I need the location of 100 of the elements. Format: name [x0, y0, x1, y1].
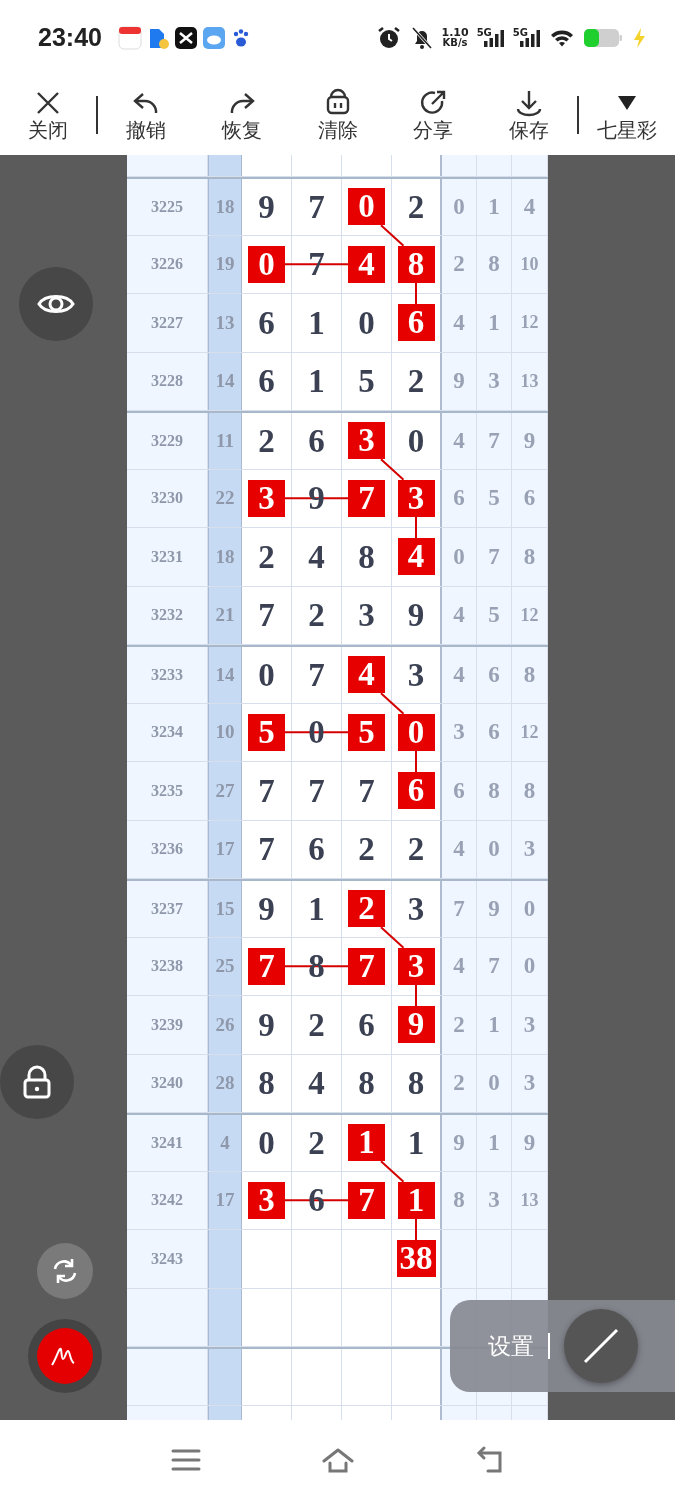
digit: 7 [258, 831, 275, 868]
stat-value: 8 [512, 762, 548, 820]
digit: 1 [308, 363, 325, 400]
highlighted-digit: 4 [397, 538, 435, 576]
network-type-label: 5G [512, 27, 528, 38]
sum-value: 14 [208, 647, 242, 703]
digit: 2 [258, 422, 275, 459]
stat-value: 4 [442, 820, 477, 878]
stat-value: 8 [477, 235, 512, 293]
muted-bell-icon [409, 24, 434, 51]
stat-value: 0 [512, 881, 548, 937]
stat-value: 12 [512, 703, 548, 761]
stat-value: 8 [477, 762, 512, 820]
digit: 7 [258, 597, 275, 634]
digit: 3 [358, 597, 375, 634]
sum-value: 4 [208, 1115, 242, 1171]
sum-value: 10 [208, 703, 242, 761]
stat-value: 6 [477, 703, 512, 761]
digit: 6 [308, 831, 325, 868]
stat-value: 4 [442, 937, 477, 995]
redo-button[interactable]: 恢复 [193, 88, 290, 142]
charging-icon [631, 26, 647, 49]
network-speed: 1.10 KB/s [441, 27, 469, 48]
lottery-type-dropdown[interactable]: 七星彩 [579, 88, 675, 142]
sum-value: 27 [208, 762, 242, 820]
sum-value: 21 [208, 586, 242, 644]
clear-button[interactable]: 清除 [289, 88, 386, 142]
stat-value: 4 [442, 413, 477, 469]
stat-value: 1 [477, 294, 512, 352]
stat-value: 3 [477, 352, 512, 410]
highlighted-digit: 3 [248, 479, 285, 517]
digit: 6 [258, 304, 275, 341]
stat-value: 1 [477, 179, 512, 235]
issue-number: 3234 [127, 703, 208, 761]
highlighted-digit: 0 [348, 188, 385, 226]
stat-value: 6 [442, 762, 477, 820]
issue-number: 3230 [127, 469, 208, 527]
stat-value: 3 [512, 820, 548, 878]
highlighted-digit: 1 [397, 1181, 435, 1219]
highlighted-digit: 4 [348, 656, 385, 694]
digit: 2 [308, 597, 325, 634]
issue-number: 3232 [127, 586, 208, 644]
stat-value: 12 [512, 294, 548, 352]
rotate-button[interactable] [37, 1243, 93, 1299]
sum-value: 17 [208, 1171, 242, 1229]
digit: 9 [258, 188, 275, 225]
stat-value: 1 [477, 1115, 512, 1171]
issue-number: 3242 [127, 1171, 208, 1229]
stat-value: 1 [477, 996, 512, 1054]
stat-value: 10 [512, 235, 548, 293]
line-tool-button[interactable] [564, 1309, 638, 1383]
highlighted-digit: 1 [348, 1124, 385, 1162]
sum-value: 26 [208, 996, 242, 1054]
stat-value: 4 [442, 294, 477, 352]
sum-value: 13 [208, 294, 242, 352]
app-icon[interactable] [173, 25, 198, 50]
highlighted-digit: 6 [397, 304, 435, 342]
stat-value: 7 [442, 881, 477, 937]
digit: 1 [407, 1124, 425, 1161]
sum-value: 19 [208, 235, 242, 293]
save-button[interactable]: 保存 [481, 88, 578, 142]
issue-number: 3239 [127, 996, 208, 1054]
digit: 8 [407, 1065, 425, 1102]
highlighted-digit: 3 [248, 1181, 285, 1219]
share-button[interactable]: 分享 [385, 88, 482, 142]
digit: 9 [258, 1006, 275, 1043]
highlighted-digit: 3 [348, 422, 385, 460]
connector-line [415, 749, 417, 774]
calendar-app-icon[interactable] [117, 25, 142, 50]
sum-value: 11 [208, 413, 242, 469]
stat-value: 8 [512, 528, 548, 586]
connector-line [415, 515, 417, 540]
stat-value: 0 [512, 937, 548, 995]
stat-value: 9 [512, 1115, 548, 1171]
battery-icon [583, 26, 623, 49]
connector-line [415, 983, 417, 1008]
digit: 1 [308, 890, 325, 927]
issue-number: 3236 [127, 820, 208, 878]
stat-value: 7 [477, 937, 512, 995]
close-button[interactable]: 关闭 [0, 88, 96, 142]
digit: 0 [358, 304, 375, 341]
issue-number: 3240 [127, 1054, 208, 1112]
connector-line [380, 224, 405, 247]
network-type-label: 5G [476, 27, 492, 38]
highlighted-digit: 5 [348, 713, 385, 751]
stat-value: 3 [512, 1054, 548, 1112]
digit: 2 [407, 831, 425, 868]
line-icon [581, 1326, 621, 1366]
undo-button[interactable]: 撤销 [97, 88, 194, 142]
stat-value: 9 [477, 881, 512, 937]
highlighted-digit: 8 [397, 245, 435, 283]
clock: 23:40 [38, 21, 102, 53]
highlighted-digit: 7 [248, 947, 285, 985]
stat-value: 13 [512, 352, 548, 410]
highlighted-digit: 7 [348, 947, 385, 985]
digit: 2 [407, 188, 425, 225]
stat-value: 5 [477, 586, 512, 644]
highlighted-digit: 3 [397, 947, 435, 985]
issue-number: 3241 [127, 1115, 208, 1171]
digit: 7 [308, 772, 325, 809]
